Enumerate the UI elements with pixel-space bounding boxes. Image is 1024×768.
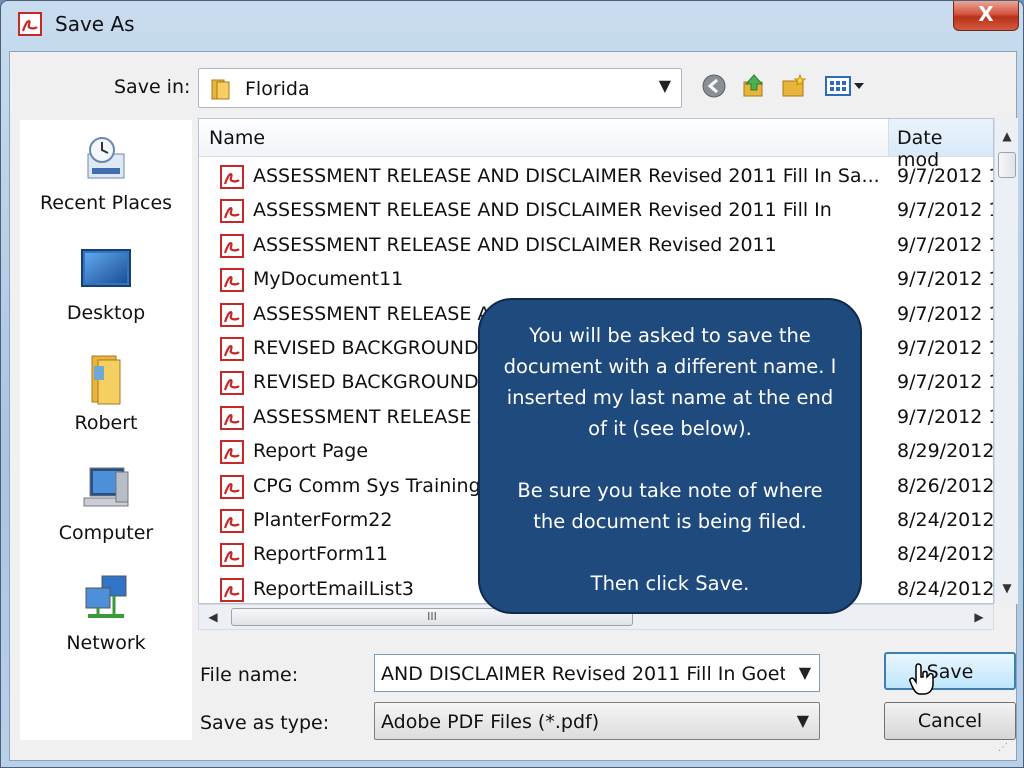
- place-label: Recent Places: [39, 192, 173, 214]
- column-header-name[interactable]: Name: [199, 119, 889, 157]
- place-recent-places[interactable]: Recent Places: [20, 132, 192, 214]
- chevron-down-icon[interactable]: ▼: [659, 76, 671, 95]
- save-as-type-value: Adobe PDF Files (*.pdf): [381, 711, 600, 733]
- place-desktop[interactable]: Desktop: [20, 242, 192, 324]
- vertical-scrollbar[interactable]: ▲ ▼: [994, 118, 1018, 604]
- file-name-input[interactable]: AND DISCLAIMER Revised 2011 Fill In Goet…: [374, 654, 820, 692]
- save-in-combo[interactable]: Florida ▼: [198, 68, 682, 108]
- file-name-value[interactable]: AND DISCLAIMER Revised 2011 Fill In Goet…: [381, 663, 785, 685]
- desktop-icon: [81, 249, 131, 287]
- computer-icon: [83, 467, 129, 507]
- pdf-file-icon: [220, 302, 244, 327]
- file-date: 8/24/2012: [897, 577, 994, 600]
- save-in-label: Save in:: [114, 76, 191, 98]
- pdf-file-icon: [220, 199, 244, 224]
- pdf-file-icon: [220, 474, 244, 499]
- place-label: Desktop: [66, 302, 146, 324]
- pdf-file-icon: [220, 577, 244, 602]
- scroll-down-icon[interactable]: ▼: [995, 574, 1019, 602]
- file-date: 8/29/2012: [897, 440, 994, 463]
- save-as-type-label: Save as type:: [200, 712, 330, 734]
- recent-places-icon: [87, 137, 125, 179]
- place-robert[interactable]: Robert: [20, 352, 192, 434]
- pdf-file-icon: [220, 233, 244, 258]
- file-date: 9/7/2012 1: [897, 405, 994, 428]
- file-row[interactable]: ASSESSMENT RELEASE AND DISCLAIMER Revise…: [199, 228, 994, 262]
- file-row[interactable]: ASSESSMENT RELEASE AND DISCLAIMER Revise…: [199, 193, 994, 227]
- window-title: Save As: [55, 12, 135, 36]
- file-row[interactable]: MyDocument11 9/7/2012 1: [199, 262, 994, 296]
- chevron-down-icon[interactable]: ▼: [799, 663, 811, 682]
- file-date: 8/26/2012: [897, 474, 994, 497]
- user-folder-icon: [91, 355, 121, 405]
- scroll-thumb[interactable]: [998, 152, 1016, 178]
- file-date: 9/7/2012 1: [897, 233, 994, 256]
- new-folder-icon[interactable]: [780, 72, 808, 100]
- title-bar[interactable]: Save As X: [1, 1, 1023, 49]
- file-name: MyDocument11: [253, 268, 404, 291]
- file-date: 8/24/2012: [897, 543, 994, 566]
- file-date: 9/7/2012 1: [897, 337, 994, 359]
- pdf-file-icon: [220, 371, 244, 396]
- close-button[interactable]: X: [953, 1, 1019, 31]
- file-name: ASSESSMENT RELEASE AND DISCLAIMER Revise…: [253, 199, 832, 222]
- views-menu-icon[interactable]: [824, 72, 870, 100]
- pdf-file-icon: [220, 268, 244, 293]
- file-date: 9/7/2012 1: [897, 199, 994, 222]
- resize-grip-icon[interactable]: ⋰: [998, 742, 1012, 756]
- pdf-file-icon: [220, 509, 244, 533]
- hand-cursor-icon: [909, 663, 934, 695]
- column-header-date[interactable]: Date mod: [889, 119, 993, 171]
- file-name-label: File name:: [200, 664, 299, 686]
- pdf-file-icon: [220, 440, 244, 465]
- pdf-file-icon: [220, 337, 244, 361]
- instruction-callout: You will be asked to save the document w…: [478, 298, 862, 614]
- save-as-type-select[interactable]: Adobe PDF Files (*.pdf) ▼: [374, 702, 820, 740]
- network-icon: [85, 575, 127, 618]
- up-folder-icon[interactable]: [740, 72, 768, 100]
- place-label: Robert: [74, 412, 138, 434]
- file-date: 9/7/2012 1: [897, 371, 994, 394]
- callout-text-2: Be sure you take note of where the docum…: [517, 479, 823, 533]
- nav-toolbar: [700, 72, 880, 102]
- file-date: 9/7/2012 1: [897, 302, 994, 325]
- file-date: 9/7/2012 1: [897, 165, 994, 187]
- places-bar: Recent Places Desktop Robert Computer Ne…: [20, 120, 192, 740]
- folder-icon: [211, 79, 230, 100]
- pdf-file-icon: [220, 543, 244, 568]
- save-button[interactable]: Save: [884, 652, 1016, 690]
- scroll-up-icon[interactable]: ▲: [995, 122, 1019, 150]
- scroll-right-icon[interactable]: ▶: [967, 605, 991, 629]
- chevron-down-icon[interactable]: ▼: [797, 711, 809, 730]
- file-date: 8/24/2012: [897, 509, 994, 531]
- place-network[interactable]: Network: [20, 572, 192, 654]
- pdf-icon: [18, 12, 42, 36]
- place-label: Computer: [58, 522, 154, 544]
- pdf-file-icon: [220, 165, 244, 189]
- scroll-left-icon[interactable]: ◀: [201, 605, 225, 629]
- file-row[interactable]: ASSESSMENT RELEASE AND DISCLAIMER Revise…: [199, 159, 994, 193]
- pdf-file-icon: [220, 405, 244, 430]
- back-icon[interactable]: [700, 72, 728, 100]
- place-computer[interactable]: Computer: [20, 462, 192, 544]
- cancel-button[interactable]: Cancel: [884, 702, 1016, 740]
- place-label: Network: [66, 632, 146, 654]
- file-name: ASSESSMENT RELEASE AND DISCLAIMER Revise…: [253, 165, 879, 187]
- file-name: ASSESSMENT RELEASE AND DISCLAIMER Revise…: [253, 233, 777, 256]
- file-date: 9/7/2012 1: [897, 268, 994, 291]
- save-in-value: Florida: [245, 78, 310, 100]
- callout-text-3: Then click Save.: [590, 572, 750, 595]
- callout-text-1: You will be asked to save the document w…: [503, 324, 837, 440]
